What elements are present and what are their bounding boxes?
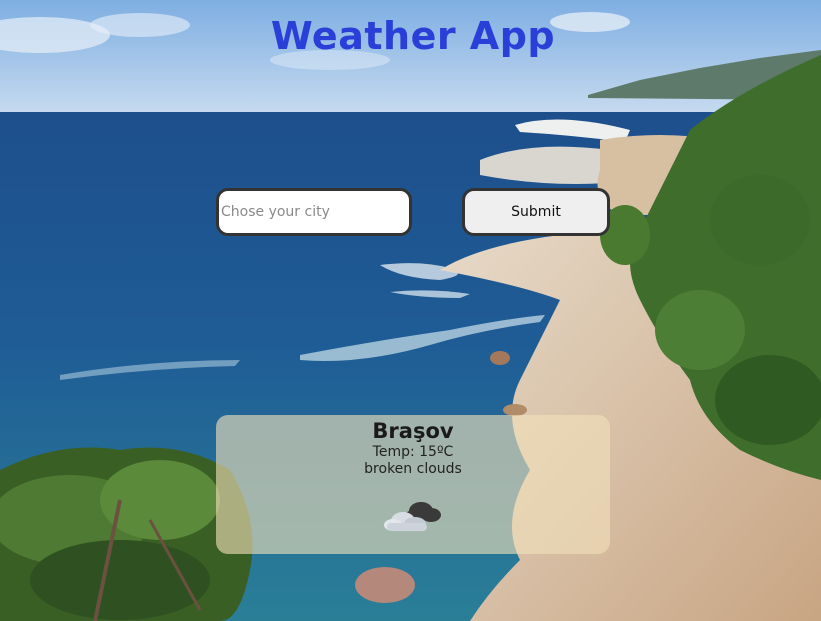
page: Weather App Submit Braşov Temp: 15ºC bro… xyxy=(0,0,821,621)
temperature-text: Temp: 15ºC xyxy=(372,444,454,460)
app-title: Weather App xyxy=(270,14,556,58)
broken-clouds-icon xyxy=(384,502,441,531)
submit-button[interactable]: Submit xyxy=(462,188,610,236)
weather-description: broken clouds xyxy=(364,461,462,477)
city-name: Braşov xyxy=(372,419,454,443)
weather-card: Braşov Temp: 15ºC broken clouds xyxy=(216,415,610,554)
city-search-input[interactable] xyxy=(216,188,412,236)
